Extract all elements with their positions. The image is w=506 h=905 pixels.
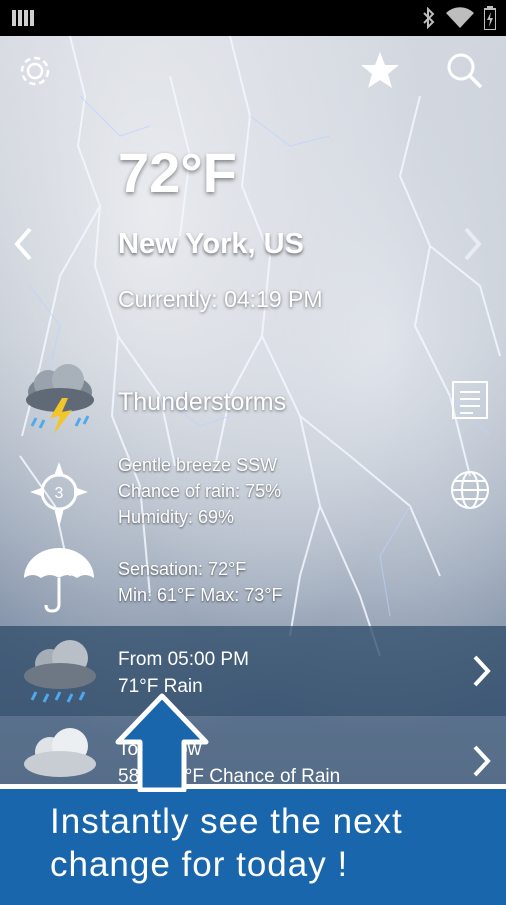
battery-icon — [484, 6, 496, 30]
wifi-icon — [446, 7, 474, 29]
promo-text: Instantly see the next change for today … — [50, 800, 403, 886]
promo-line-2: change for today ! — [50, 845, 349, 884]
status-bar — [0, 0, 506, 36]
favorite-button[interactable] — [358, 48, 402, 92]
umbrella-icon — [24, 548, 94, 613]
details-icon — [452, 381, 488, 419]
promo-line-1: Instantly see the next — [50, 802, 403, 841]
cloud-icon — [24, 728, 96, 777]
min-max-text: Min: 61°F Max: 73°F — [118, 585, 283, 605]
chevron-right-icon — [464, 227, 482, 261]
up-arrow-icon — [115, 693, 209, 792]
current-temperature: 72°F — [118, 141, 237, 204]
bluetooth-icon — [423, 7, 435, 29]
thunderstorm-icon — [26, 364, 94, 434]
sensation-text: Sensation: 72°F — [118, 559, 247, 579]
wind-compass-icon: 3 — [30, 462, 88, 528]
search-icon — [447, 53, 483, 89]
search-button[interactable] — [442, 48, 486, 92]
city-name: New York, US — [118, 228, 304, 260]
forecast-row-next[interactable]: From 05:00 PM 71°F Rain — [0, 626, 506, 716]
wind-speed-number: 3 — [55, 485, 64, 502]
condition-text: Thunderstorms — [118, 388, 287, 416]
chevron-right-icon — [473, 745, 491, 777]
settings-icon — [20, 56, 50, 86]
map-button[interactable] — [448, 468, 492, 512]
rain-cloud-icon — [24, 640, 96, 703]
chevron-right-icon — [473, 655, 491, 687]
chevron-left-icon — [14, 227, 32, 261]
signal-icon — [12, 10, 34, 26]
settings-button[interactable] — [14, 50, 56, 92]
next-city-button[interactable] — [458, 222, 488, 266]
current-time: Currently: 04:19 PM — [118, 286, 323, 312]
rain-chance-text: Chance of rain: 75% — [118, 481, 282, 501]
humidity-text: Humidity: 69% — [118, 507, 235, 527]
forecast-time: From 05:00 PM — [118, 649, 249, 670]
previous-city-button[interactable] — [8, 222, 38, 266]
details-button[interactable] — [448, 378, 492, 422]
wind-text: Gentle breeze SSW — [118, 455, 278, 475]
globe-icon — [451, 471, 489, 509]
status-icons — [422, 6, 496, 30]
star-icon — [361, 52, 399, 88]
